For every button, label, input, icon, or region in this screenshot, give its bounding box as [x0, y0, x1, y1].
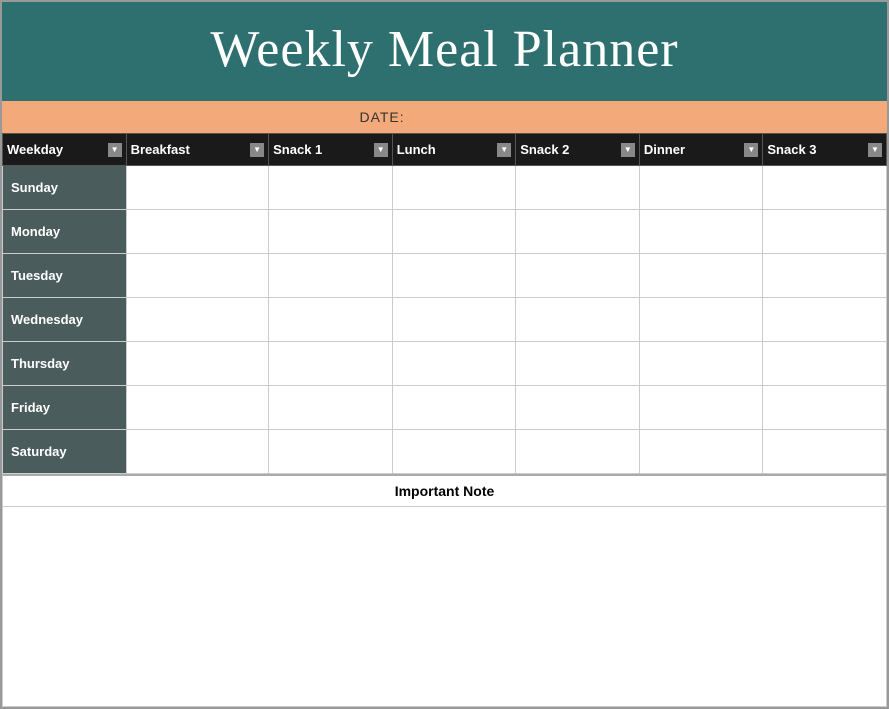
important-note-header: Important Note [2, 474, 887, 507]
table-row: Thursday [3, 342, 887, 386]
snack2-dropdown-icon[interactable]: ▼ [621, 143, 635, 157]
meal-cell-wednesday-dinner[interactable] [639, 298, 763, 342]
header: Weekly Meal Planner [2, 2, 887, 101]
day-cell-monday: Monday [3, 210, 127, 254]
meal-cell-saturday-snack1[interactable] [269, 430, 393, 474]
meal-cell-saturday-lunch[interactable] [392, 430, 516, 474]
table-row: Friday [3, 386, 887, 430]
meal-cell-monday-breakfast[interactable] [126, 210, 269, 254]
meal-cell-sunday-snack1[interactable] [269, 166, 393, 210]
day-cell-thursday: Thursday [3, 342, 127, 386]
meal-cell-tuesday-lunch[interactable] [392, 254, 516, 298]
table-row: Monday [3, 210, 887, 254]
snack1-dropdown-icon[interactable]: ▼ [374, 143, 388, 157]
meal-cell-tuesday-dinner[interactable] [639, 254, 763, 298]
col-header-breakfast[interactable]: Breakfast ▼ [126, 134, 269, 166]
meal-cell-friday-snack3[interactable] [763, 386, 887, 430]
col-header-snack1[interactable]: Snack 1 ▼ [269, 134, 393, 166]
meal-cell-thursday-dinner[interactable] [639, 342, 763, 386]
meal-cell-tuesday-snack3[interactable] [763, 254, 887, 298]
meal-cell-thursday-snack2[interactable] [516, 342, 640, 386]
meal-cell-sunday-lunch[interactable] [392, 166, 516, 210]
day-cell-wednesday: Wednesday [3, 298, 127, 342]
date-label: DATE: [359, 109, 404, 125]
meal-cell-thursday-snack1[interactable] [269, 342, 393, 386]
meal-cell-tuesday-breakfast[interactable] [126, 254, 269, 298]
meal-cell-thursday-breakfast[interactable] [126, 342, 269, 386]
column-header-row: Weekday ▼ Breakfast ▼ Snack 1 ▼ [3, 134, 887, 166]
meal-cell-wednesday-snack1[interactable] [269, 298, 393, 342]
col-header-snack3[interactable]: Snack 3 ▼ [763, 134, 887, 166]
meal-cell-saturday-snack3[interactable] [763, 430, 887, 474]
meal-cell-thursday-lunch[interactable] [392, 342, 516, 386]
table-row: Wednesday [3, 298, 887, 342]
meal-cell-friday-snack1[interactable] [269, 386, 393, 430]
meal-cell-saturday-dinner[interactable] [639, 430, 763, 474]
day-cell-sunday: Sunday [3, 166, 127, 210]
meal-cell-saturday-snack2[interactable] [516, 430, 640, 474]
planner-wrapper: Weekly Meal Planner DATE: Weekday [0, 0, 889, 709]
meal-cell-wednesday-snack3[interactable] [763, 298, 887, 342]
meal-cell-friday-snack2[interactable] [516, 386, 640, 430]
meal-cell-friday-dinner[interactable] [639, 386, 763, 430]
table-row: Tuesday [3, 254, 887, 298]
meal-cell-friday-lunch[interactable] [392, 386, 516, 430]
meal-cell-sunday-dinner[interactable] [639, 166, 763, 210]
weekday-dropdown-icon[interactable]: ▼ [108, 143, 122, 157]
meal-cell-sunday-snack2[interactable] [516, 166, 640, 210]
day-cell-friday: Friday [3, 386, 127, 430]
meal-cell-sunday-snack3[interactable] [763, 166, 887, 210]
meal-cell-tuesday-snack1[interactable] [269, 254, 393, 298]
meal-cell-monday-snack2[interactable] [516, 210, 640, 254]
lunch-dropdown-icon[interactable]: ▼ [497, 143, 511, 157]
table-row: Sunday [3, 166, 887, 210]
meal-cell-wednesday-snack2[interactable] [516, 298, 640, 342]
important-note-body[interactable] [2, 507, 887, 707]
meal-cell-monday-dinner[interactable] [639, 210, 763, 254]
col-header-weekday[interactable]: Weekday ▼ [3, 134, 127, 166]
day-cell-tuesday: Tuesday [3, 254, 127, 298]
breakfast-dropdown-icon[interactable]: ▼ [250, 143, 264, 157]
col-header-snack2[interactable]: Snack 2 ▼ [516, 134, 640, 166]
table-container: Weekday ▼ Breakfast ▼ Snack 1 ▼ [2, 133, 887, 707]
meal-table: Weekday ▼ Breakfast ▼ Snack 1 ▼ [2, 133, 887, 474]
meal-cell-tuesday-snack2[interactable] [516, 254, 640, 298]
page-title: Weekly Meal Planner [12, 20, 877, 79]
meal-cell-friday-breakfast[interactable] [126, 386, 269, 430]
important-note-title: Important Note [395, 483, 495, 499]
day-cell-saturday: Saturday [3, 430, 127, 474]
meal-cell-monday-lunch[interactable] [392, 210, 516, 254]
meal-cell-wednesday-lunch[interactable] [392, 298, 516, 342]
snack3-dropdown-icon[interactable]: ▼ [868, 143, 882, 157]
meal-cell-monday-snack3[interactable] [763, 210, 887, 254]
meal-cell-monday-snack1[interactable] [269, 210, 393, 254]
meal-cell-wednesday-breakfast[interactable] [126, 298, 269, 342]
table-row: Saturday [3, 430, 887, 474]
date-bar: DATE: [2, 101, 887, 133]
col-header-lunch[interactable]: Lunch ▼ [392, 134, 516, 166]
col-header-dinner[interactable]: Dinner ▼ [639, 134, 763, 166]
meal-cell-saturday-breakfast[interactable] [126, 430, 269, 474]
dinner-dropdown-icon[interactable]: ▼ [744, 143, 758, 157]
meal-cell-sunday-breakfast[interactable] [126, 166, 269, 210]
meal-cell-thursday-snack3[interactable] [763, 342, 887, 386]
